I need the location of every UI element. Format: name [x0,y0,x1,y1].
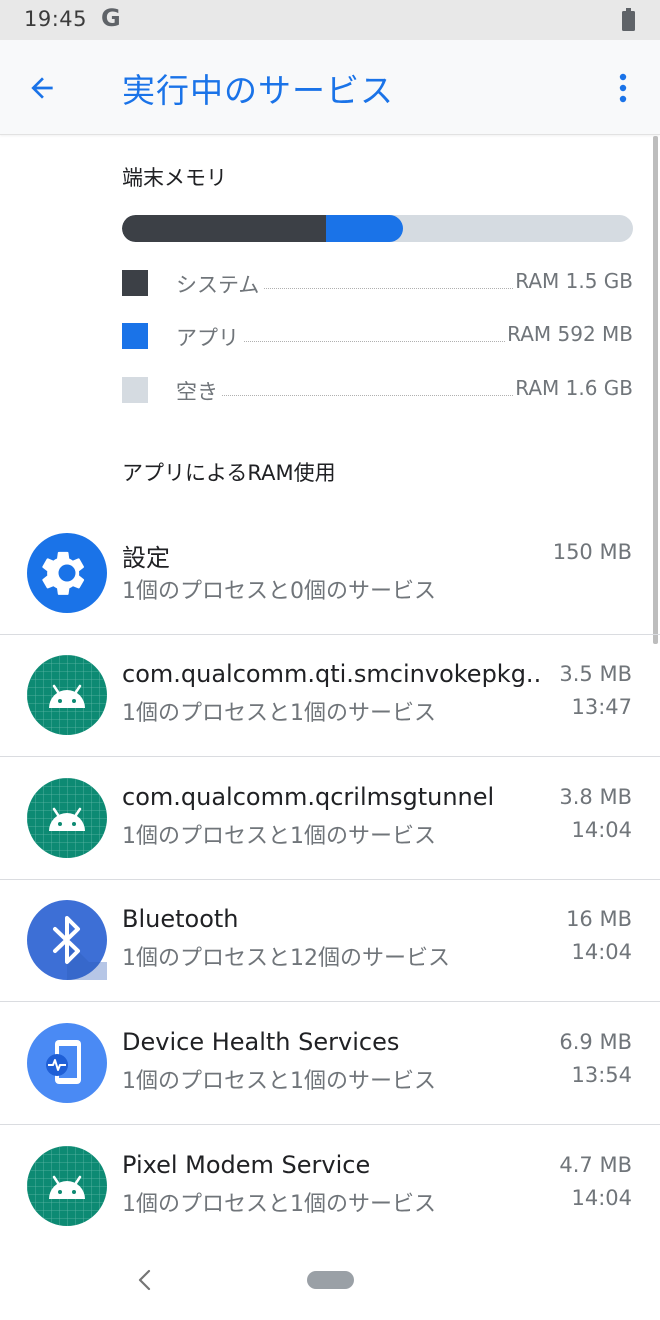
app-row-qcrilmsgtunnel[interactable]: com.qualcomm.qcrilmsgtunnel 1個のプロセスと1個のサ… [0,758,660,880]
legend-swatch-free [122,377,148,403]
device-health-icon [27,1023,107,1103]
app-row-smcinvokepkg[interactable]: com.qualcomm.qti.smcinvokepkg.. 1個のプロセスと… [0,635,660,757]
memory-bar-system-segment [122,215,326,242]
app-process-summary: 1個のプロセスと12個のサービス [122,946,450,971]
memory-usage-bar [122,215,633,242]
battery-icon [622,8,635,31]
app-name: com.qualcomm.qti.smcinvokepkg.. [122,660,542,688]
app-row-pixel-modem[interactable]: Pixel Modem Service 1個のプロセスと1個のサービス 4.7 … [0,1126,660,1248]
app-ram-size: 3.8 MB [559,785,632,809]
app-process-summary: 1個のプロセスと1個のサービス [122,701,436,726]
app-process-summary: 1個のプロセスと0個のサービス [122,579,436,604]
bluetooth-icon [27,900,107,980]
row-divider [0,1124,660,1125]
page-title: 実行中のサービス [122,71,394,110]
status-bar: 19:45 G [0,0,660,40]
app-row-device-health[interactable]: Device Health Services 1個のプロセスと1個のサービス 6… [0,1003,660,1125]
app-process-summary: 1個のプロセスと1個のサービス [122,824,436,849]
more-vert-icon [619,73,627,103]
app-ram-size: 3.5 MB [559,662,632,686]
legend-value: RAM 1.6 GB [513,376,633,400]
nav-back-icon[interactable] [132,1266,156,1294]
legend-label: システム [176,269,264,299]
app-runtime: 14:04 [571,1186,632,1210]
app-runtime: 14:04 [571,940,632,964]
legend-label: 空き [176,376,222,406]
app-process-summary: 1個のプロセスと1個のサービス [122,1069,436,1094]
nav-home-pill[interactable] [307,1271,354,1289]
app-runtime: 13:47 [571,695,632,719]
app-ram-size: 16 MB [566,907,632,931]
app-row-settings[interactable]: 設定 1個のプロセスと0個のサービス 150 MB [0,513,660,635]
app-ram-size: 4.7 MB [559,1153,632,1177]
legend-label: アプリ [176,322,243,352]
legend-swatch-system [122,270,148,296]
app-bar: 実行中のサービス [0,40,660,135]
back-button[interactable] [20,66,64,110]
more-options-button[interactable] [604,66,642,110]
app-ram-size: 6.9 MB [559,1030,632,1054]
google-g-icon: G [101,4,121,32]
android-icon [27,778,107,858]
android-icon [27,655,107,735]
app-name: 設定 [122,544,170,572]
settings-gear-icon [27,533,107,613]
memory-section-title: 端末メモリ [122,166,227,190]
arrow-back-icon [31,77,53,99]
legend-row-app: アプリ RAM 592 MB [122,322,633,352]
legend-value: RAM 592 MB [505,322,633,346]
legend-row-free: 空き RAM 1.6 GB [122,376,633,406]
status-time: 19:45 [24,7,88,31]
app-name: Device Health Services [122,1028,400,1056]
legend-swatch-app [122,323,148,349]
app-process-summary: 1個のプロセスと1個のサービス [122,1192,436,1217]
app-name: Bluetooth [122,905,239,933]
legend-value: RAM 1.5 GB [513,269,633,293]
row-divider [0,1001,660,1002]
app-runtime: 14:04 [571,818,632,842]
memory-bar-app-segment [326,215,403,242]
app-runtime: 13:54 [571,1063,632,1087]
app-name: com.qualcomm.qcrilmsgtunnel [122,783,495,811]
legend-row-system: システム RAM 1.5 GB [122,269,633,299]
app-ram-size: 150 MB [552,540,632,564]
apps-section-title: アプリによるRAM使用 [122,461,336,485]
row-divider [0,756,660,757]
app-name: Pixel Modem Service [122,1151,371,1179]
app-row-bluetooth[interactable]: Bluetooth 1個のプロセスと12個のサービス 16 MB 14:04 [0,880,660,1002]
android-icon [27,1146,107,1226]
navigation-bar [0,1240,660,1320]
